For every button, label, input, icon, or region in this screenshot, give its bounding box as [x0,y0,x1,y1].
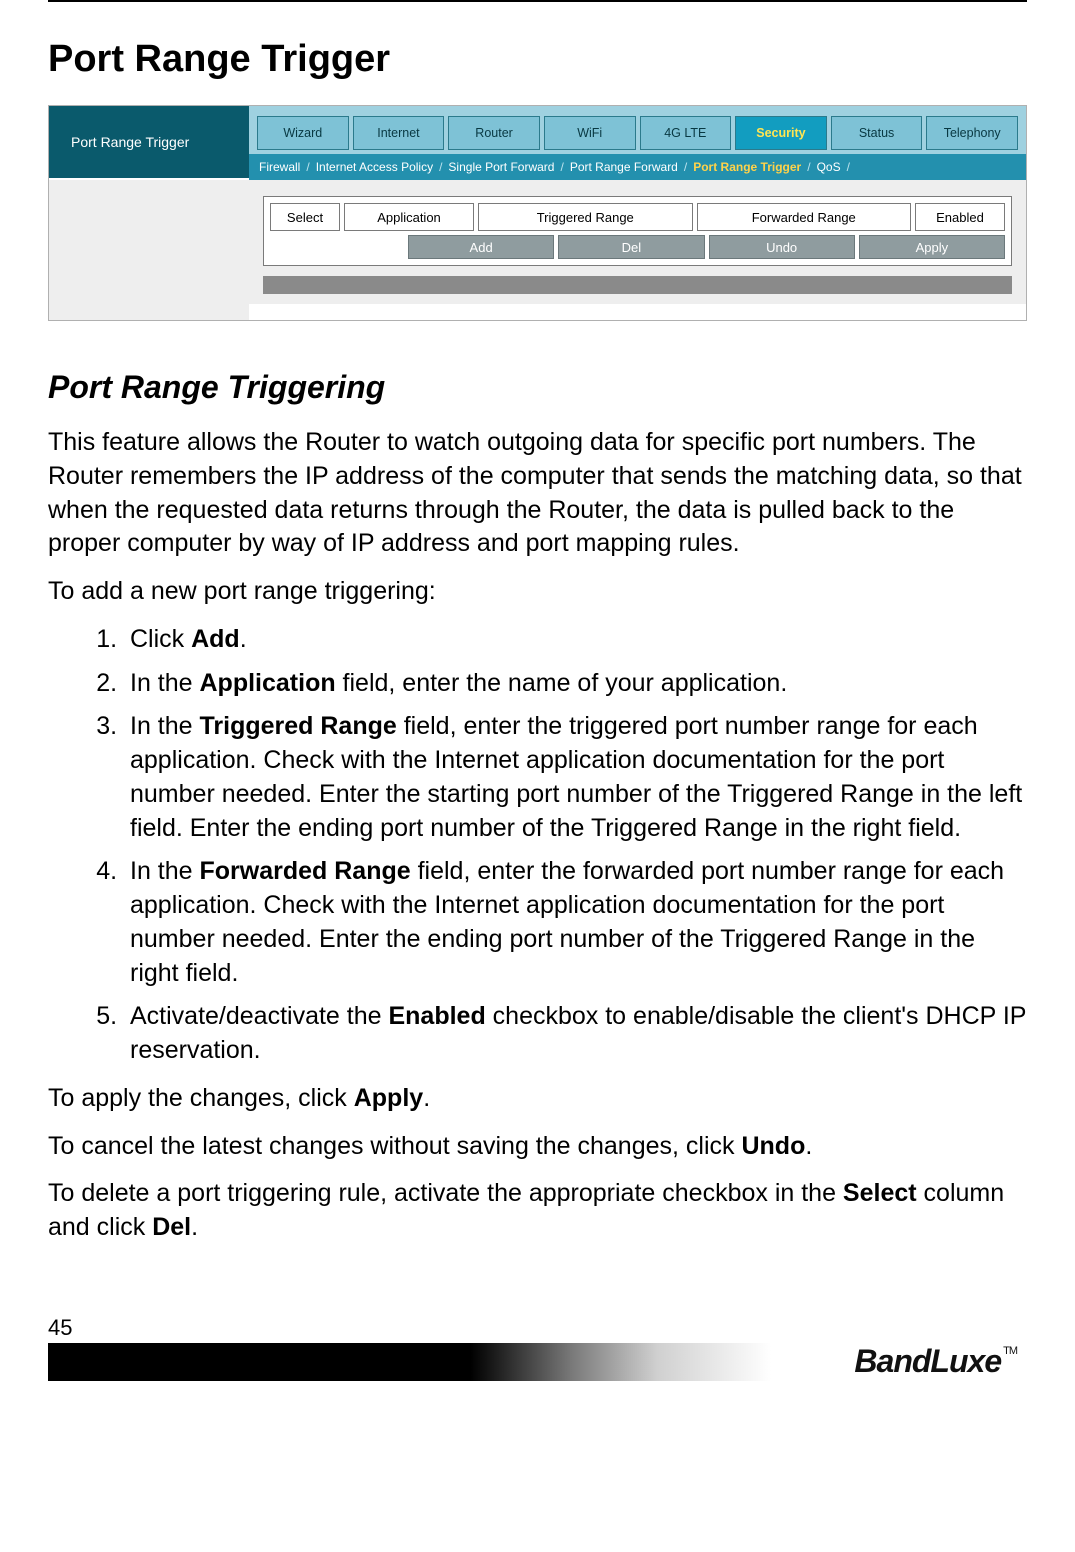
brand-logo: BandLuxe TM [854,1343,1017,1380]
tab-wifi[interactable]: WiFi [544,116,636,150]
top-rule [48,0,1027,2]
brand-tm: TM [1003,1345,1017,1357]
del-bold-select: Select [843,1179,917,1207]
col-application: Application [344,203,474,231]
step-2: In the Application field, enter the name… [124,667,1027,701]
del-button[interactable]: Del [558,235,704,259]
undo-text-b: . [805,1132,812,1160]
to-add-line: To add a new port range triggering: [48,575,1027,609]
step-1-bold: Add [191,625,240,653]
step-5-text-a: Activate/deactivate the [130,1002,388,1030]
step-3-bold: Triggered Range [200,712,397,740]
sidebar-body [49,180,249,320]
subnav-port-range-forward[interactable]: Port Range Forward [570,160,678,174]
del-text-c: . [191,1213,198,1241]
step-4: In the Forwarded Range field, enter the … [124,855,1027,990]
step-1-text-a: Click [130,625,191,653]
undo-bold: Undo [741,1132,805,1160]
subnav-internet-access-policy[interactable]: Internet Access Policy [316,160,433,174]
step-2-text-a: In the [130,669,200,697]
step-1: Click Add. [124,623,1027,657]
col-forwarded-range: Forwarded Range [697,203,912,231]
col-triggered-range: Triggered Range [478,203,693,231]
col-enabled: Enabled [915,203,1005,231]
step-4-text-a: In the [130,857,200,885]
col-select: Select [270,203,340,231]
apply-text-a: To apply the changes, click [48,1084,354,1112]
undo-button[interactable]: Undo [709,235,855,259]
step-4-bold: Forwarded Range [200,857,411,885]
step-2-bold: Application [200,669,336,697]
brand-text: BandLuxe [854,1343,1001,1380]
page-title: Port Range Trigger [48,38,1027,81]
steps-list: Click Add. In the Application field, ent… [48,623,1027,1068]
router-ui-screenshot: Port Range Trigger Wizard Internet Route… [48,105,1027,321]
apply-button[interactable]: Apply [859,235,1005,259]
button-row-spacer [270,235,404,259]
step-5-bold: Enabled [388,1002,485,1030]
step-2-text-b: field, enter the name of your applicatio… [336,669,788,697]
subnav: Firewall/ Internet Access Policy/ Single… [249,154,1026,180]
subnav-single-port-forward[interactable]: Single Port Forward [448,160,554,174]
tab-wizard[interactable]: Wizard [257,116,349,150]
step-1-text-b: . [240,625,247,653]
page-number: 45 [48,1315,1027,1341]
del-line: To delete a port triggering rule, activa… [48,1177,1027,1245]
table-panel: Select Application Triggered Range Forwa… [263,196,1012,266]
panel-footer-bar [263,276,1012,294]
tab-internet[interactable]: Internet [353,116,445,150]
add-button[interactable]: Add [408,235,554,259]
del-bold-del: Del [152,1213,191,1241]
footer-band-fade: BandLuxe TM [459,1343,1027,1381]
undo-line: To cancel the latest changes without sav… [48,1130,1027,1164]
tab-4glte[interactable]: 4G LTE [640,116,732,150]
subnav-port-range-trigger[interactable]: Port Range Trigger [693,160,801,174]
table-header-row: Select Application Triggered Range Forwa… [270,203,1005,231]
tab-status[interactable]: Status [831,116,923,150]
del-text-a: To delete a port triggering rule, activa… [48,1179,843,1207]
main-tabs: Wizard Internet Router WiFi 4G LTE Secur… [249,106,1026,154]
undo-text-a: To cancel the latest changes without sav… [48,1132,741,1160]
tab-security[interactable]: Security [735,116,827,150]
apply-text-b: . [423,1084,430,1112]
subnav-firewall[interactable]: Firewall [259,160,300,174]
sidebar-title: Port Range Trigger [49,106,249,178]
subnav-qos[interactable]: QoS [817,160,841,174]
step-5: Activate/deactivate the Enabled checkbox… [124,1000,1027,1068]
section-heading: Port Range Triggering [48,369,1027,406]
page-footer: 45 BandLuxe TM [48,1315,1027,1381]
step-3: In the Triggered Range field, enter the … [124,710,1027,845]
apply-line: To apply the changes, click Apply. [48,1082,1027,1116]
tab-router[interactable]: Router [448,116,540,150]
step-3-text-a: In the [130,712,200,740]
apply-bold: Apply [354,1084,423,1112]
intro-paragraph: This feature allows the Router to watch … [48,426,1027,561]
tab-telephony[interactable]: Telephony [926,116,1018,150]
footer-band-dark [48,1343,459,1381]
